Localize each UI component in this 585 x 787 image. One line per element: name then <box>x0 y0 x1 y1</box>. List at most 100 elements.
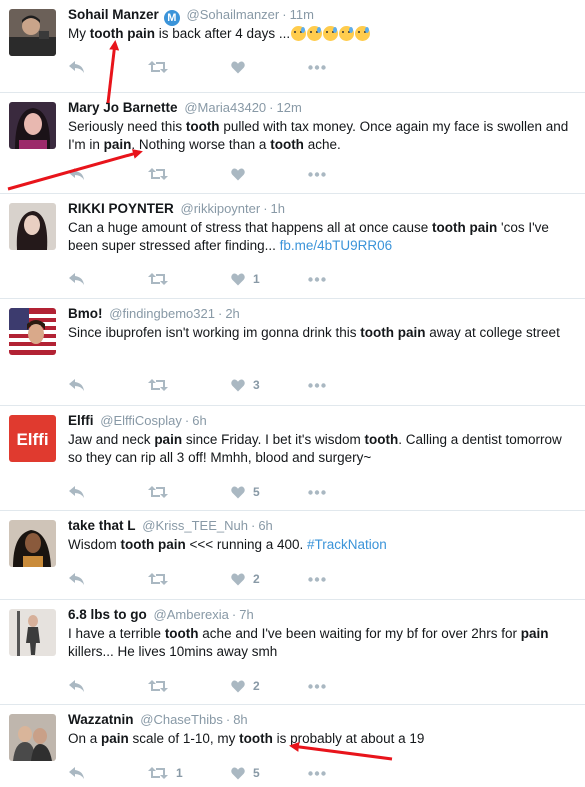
tweet[interactable]: Wazzatnin @ChaseThibs · 8h On a pain scale… <box>0 705 585 787</box>
like-button[interactable]: 1 <box>231 270 260 288</box>
author-name[interactable]: RIKKI POYNTER <box>68 201 174 216</box>
keyword: tooth <box>89 26 124 41</box>
keyword: pain <box>158 537 186 552</box>
tweet-text: Can a huge amount of stress that happens… <box>68 219 573 255</box>
keyword: tooth <box>164 626 199 641</box>
retweet-icon <box>148 767 168 779</box>
text-run: is probably at about a 19 <box>272 731 425 746</box>
author-handle[interactable]: @Kriss_TEE_Nuh <box>142 518 248 533</box>
tweet[interactable]: take that L @Kriss_TEE_Nuh · 6h Wisdom too… <box>0 511 585 600</box>
avatar[interactable] <box>9 203 56 250</box>
more-options-button[interactable] <box>308 677 326 695</box>
author-handle[interactable]: @rikkipoynter <box>181 201 261 216</box>
author-handle[interactable]: @Maria43420 <box>184 100 266 115</box>
reply-button[interactable] <box>68 483 85 501</box>
tweet-actions <box>68 58 368 76</box>
like-button[interactable]: 2 <box>231 570 260 588</box>
timestamp[interactable]: 6h <box>258 518 272 533</box>
more-options-button[interactable] <box>308 764 326 782</box>
author-name[interactable]: take that L <box>68 518 136 533</box>
verified-badge-icon: M <box>163 10 180 26</box>
reply-icon <box>69 168 84 180</box>
heart-icon <box>231 573 245 585</box>
timestamp[interactable]: 6h <box>192 413 206 428</box>
more-options-button[interactable] <box>308 270 326 288</box>
reply-icon <box>69 767 84 779</box>
tweet-text: On a pain scale of 1-10, my tooth is pro… <box>68 730 573 748</box>
avatar[interactable] <box>9 102 56 149</box>
like-button[interactable] <box>231 165 253 183</box>
reply-button[interactable] <box>68 677 85 695</box>
like-button[interactable] <box>231 58 253 76</box>
timestamp[interactable]: 1h <box>271 201 285 216</box>
author-name[interactable]: Wazzatnin <box>68 712 134 727</box>
timestamp[interactable]: 8h <box>233 712 247 727</box>
tweet[interactable]: RIKKI POYNTER @rikkipoynter · 1h Can a hug… <box>0 194 585 299</box>
author-handle[interactable]: @ChaseThibs <box>140 712 223 727</box>
tweet[interactable]: Mary Jo Barnette @Maria43420 · 12m Serious… <box>0 93 585 194</box>
reply-button[interactable] <box>68 270 85 288</box>
retweet-button[interactable] <box>148 570 176 588</box>
tweet[interactable]: Elffi Elffi @ElffiCosplay · 6h Jaw and nec… <box>0 406 585 511</box>
reply-button[interactable] <box>68 570 85 588</box>
retweet-button[interactable] <box>148 677 176 695</box>
reply-button[interactable] <box>68 376 85 394</box>
author-name[interactable]: Mary Jo Barnette <box>68 100 178 115</box>
tweet-header: take that L @Kriss_TEE_Nuh · 6h <box>68 518 273 533</box>
tweet-actions: 2 <box>68 570 368 588</box>
timestamp[interactable]: 2h <box>225 306 239 321</box>
avatar[interactable] <box>9 714 56 761</box>
author-name[interactable]: 6.8 lbs to go <box>68 607 147 622</box>
more-options-button[interactable] <box>308 483 326 501</box>
author-handle[interactable]: @Amberexia <box>154 607 229 622</box>
retweet-button[interactable] <box>148 58 176 76</box>
more-options-button[interactable] <box>308 376 326 394</box>
avatar[interactable] <box>9 609 56 656</box>
retweet-icon <box>148 680 168 692</box>
text-run: since Friday. I bet it's wisdom <box>182 432 365 447</box>
timestamp[interactable]: 12m <box>277 100 302 115</box>
worried-face-emoji-icon <box>355 26 371 41</box>
retweet-button[interactable] <box>148 270 176 288</box>
like-button[interactable]: 2 <box>231 677 260 695</box>
heart-icon <box>231 168 245 180</box>
retweet-button[interactable] <box>148 165 176 183</box>
text-run: On a <box>68 731 102 746</box>
more-options-button[interactable] <box>308 570 326 588</box>
tweet-link[interactable]: fb.me/4bTU9RR06 <box>280 238 393 253</box>
timestamp[interactable]: 11m <box>290 7 314 22</box>
tweet-text: Seriously need this tooth pulled with ta… <box>68 118 573 154</box>
tweet[interactable]: Bmo! @findingbemo321 · 2h Since ibuprofen … <box>0 299 585 406</box>
keyword: pain <box>397 325 426 340</box>
more-icon <box>308 576 326 582</box>
like-button[interactable]: 3 <box>231 376 260 394</box>
avatar[interactable] <box>9 9 56 56</box>
author-handle[interactable]: @ElffiCosplay <box>100 413 182 428</box>
timestamp[interactable]: 7h <box>239 607 253 622</box>
reply-button[interactable] <box>68 58 85 76</box>
retweet-icon <box>148 379 168 391</box>
more-options-button[interactable] <box>308 165 326 183</box>
tweet[interactable]: Sohail Manzer M @Sohailmanzer · 11m My toot… <box>0 0 585 93</box>
more-options-button[interactable] <box>308 58 326 76</box>
like-count: 5 <box>253 485 260 499</box>
avatar[interactable]: Elffi <box>9 415 56 462</box>
retweet-button[interactable] <box>148 376 176 394</box>
retweet-button[interactable]: 1 <box>148 764 183 782</box>
like-button[interactable]: 5 <box>231 764 260 782</box>
tweet-header: Mary Jo Barnette @Maria43420 · 12m <box>68 100 302 115</box>
author-handle[interactable]: @findingbemo321 <box>109 306 215 321</box>
author-name[interactable]: Elffi <box>68 413 94 428</box>
avatar[interactable] <box>9 308 56 355</box>
tweet-actions: 1 5 <box>68 764 368 782</box>
like-button[interactable]: 5 <box>231 483 260 501</box>
reply-button[interactable] <box>68 165 85 183</box>
author-name[interactable]: Bmo! <box>68 306 103 321</box>
tweet[interactable]: 6.8 lbs to go @Amberexia · 7h I have a ter… <box>0 600 585 705</box>
tweet-link[interactable]: #TrackNation <box>307 537 387 552</box>
avatar[interactable] <box>9 520 56 567</box>
author-name[interactable]: Sohail Manzer <box>68 7 159 22</box>
author-handle[interactable]: @Sohailmanzer <box>187 7 280 22</box>
retweet-button[interactable] <box>148 483 176 501</box>
reply-button[interactable] <box>68 764 85 782</box>
